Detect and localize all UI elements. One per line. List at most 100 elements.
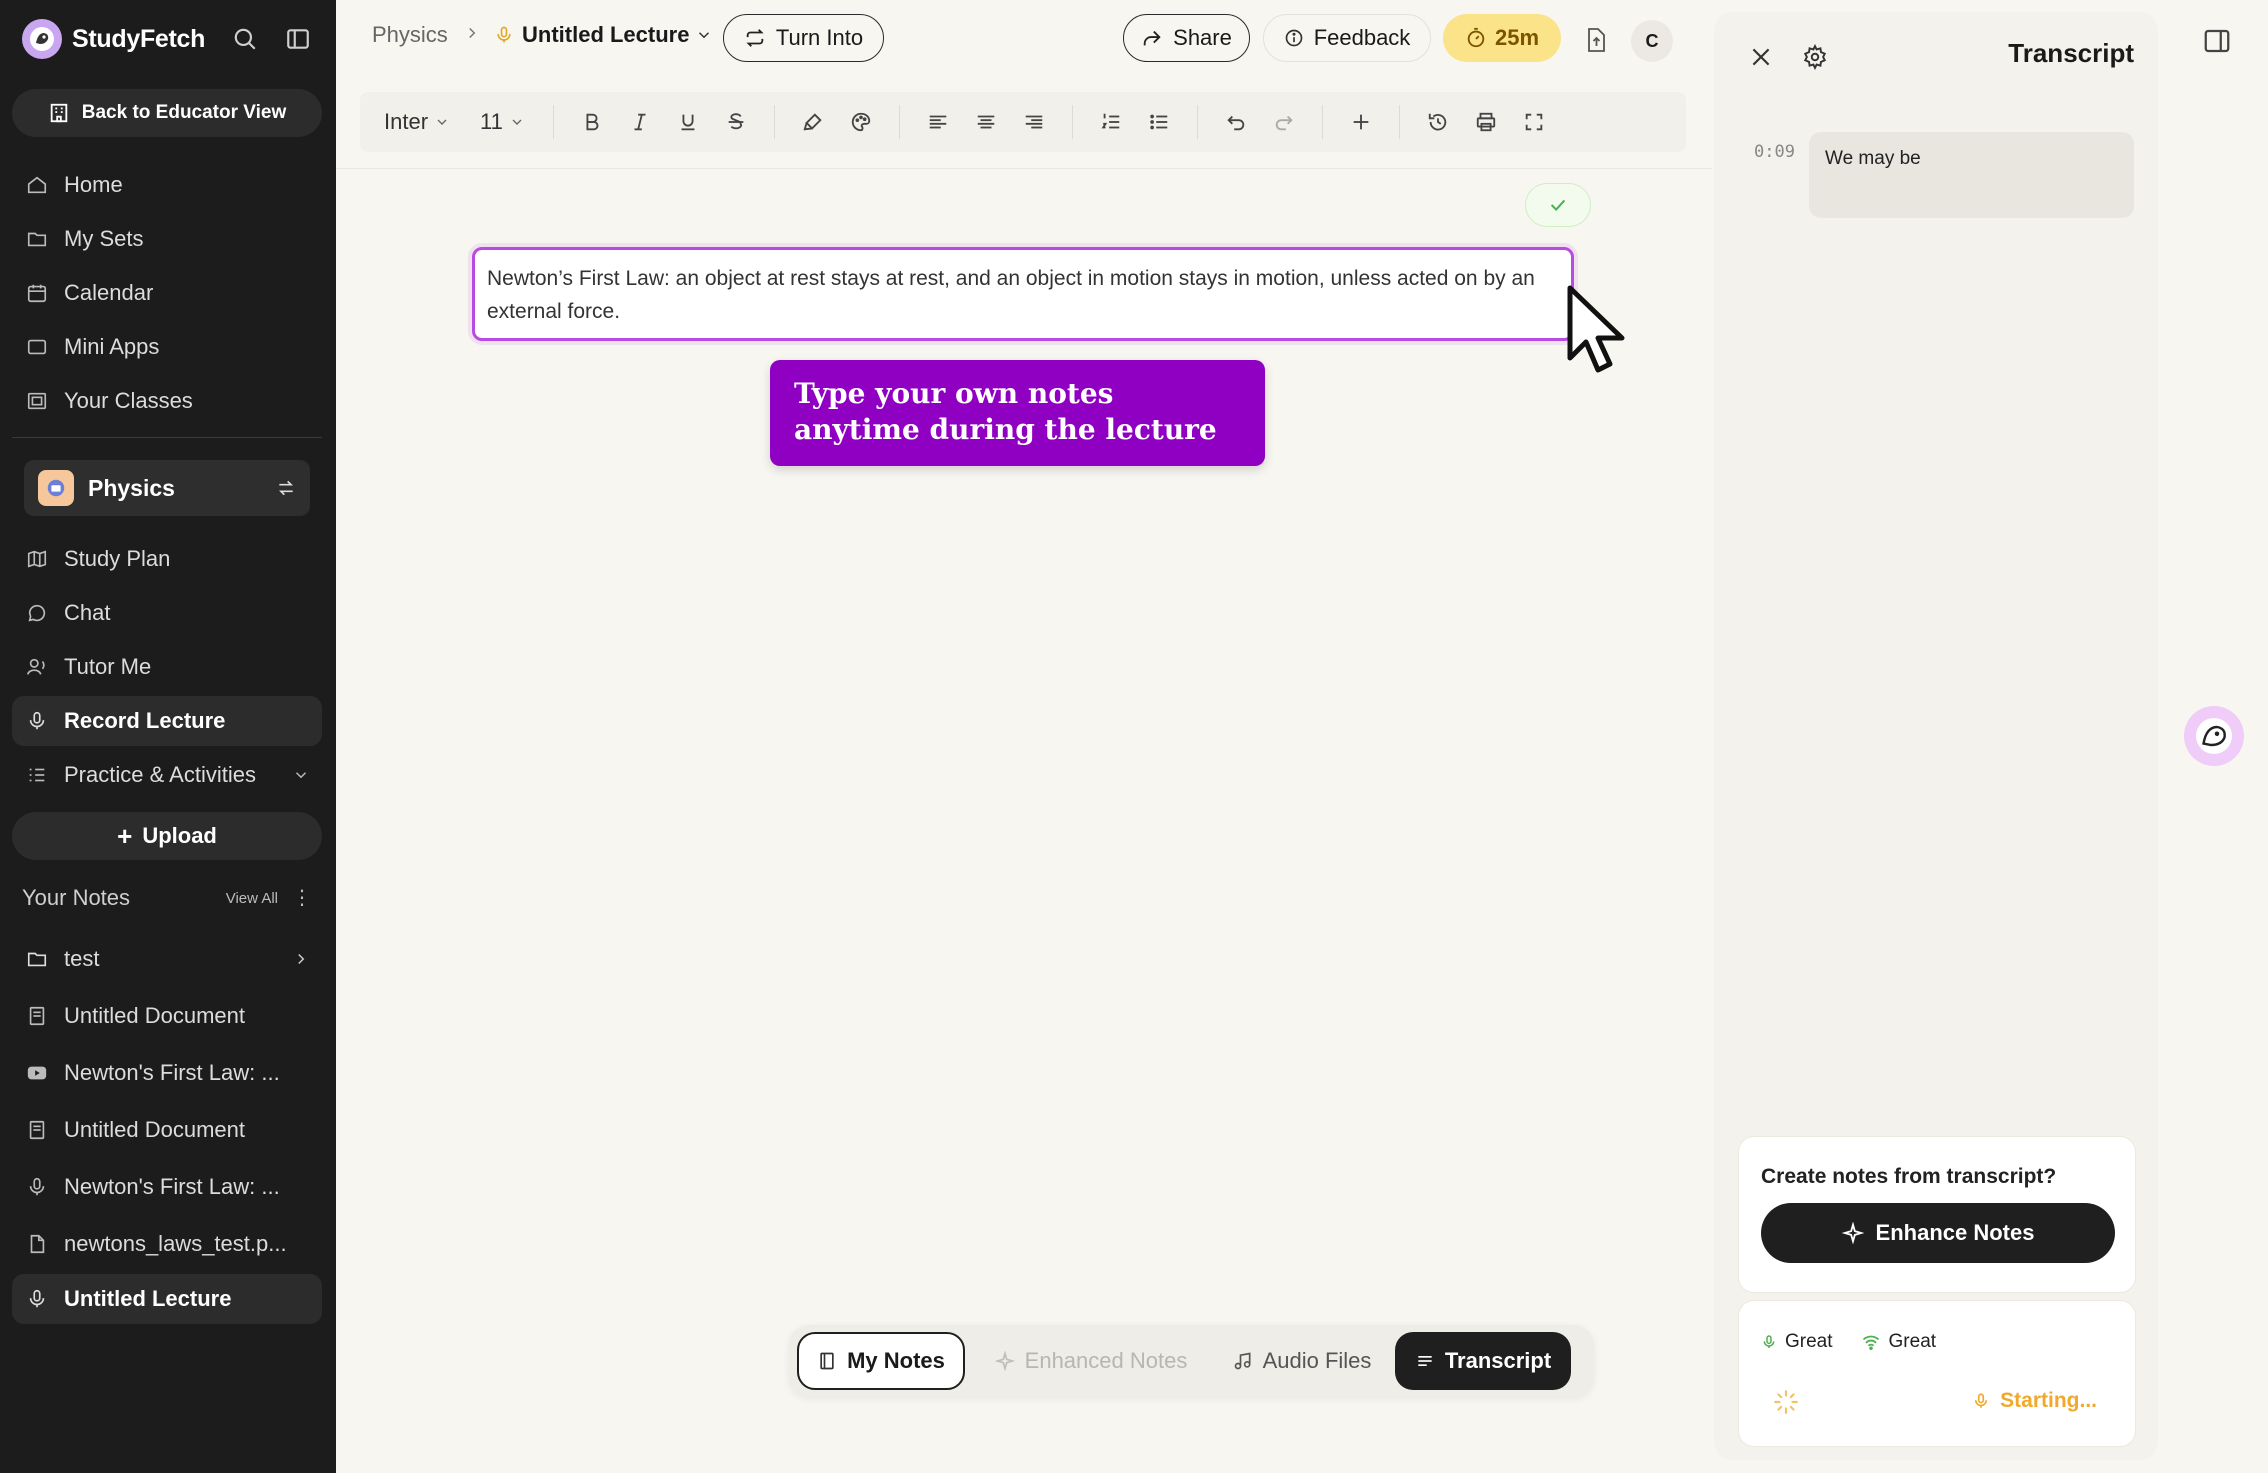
tab-audio-files[interactable]: Audio Files <box>1215 1332 1389 1390</box>
view-tabs: My Notes Enhanced Notes Audio Files Tran… <box>789 1325 1594 1397</box>
assistant-mascot-icon[interactable] <box>2184 706 2244 766</box>
redo-icon[interactable] <box>1264 102 1304 142</box>
insert-plus-icon[interactable] <box>1341 102 1381 142</box>
mic-icon <box>29 711 45 730</box>
export-icon[interactable] <box>1581 24 1611 56</box>
mic-icon <box>1763 1335 1775 1348</box>
underline-icon[interactable] <box>668 102 708 142</box>
print-icon[interactable] <box>1466 102 1506 142</box>
editor-divider <box>336 168 1712 169</box>
tab-my-notes[interactable]: My Notes <box>797 1332 965 1390</box>
tab-label: Transcript <box>1444 1348 1552 1373</box>
class-switcher[interactable]: Physics <box>24 460 310 516</box>
sidebar-item-your-classes[interactable]: Your Classes <box>12 376 322 426</box>
gear-icon[interactable] <box>1798 40 1832 74</box>
back-to-educator-button[interactable]: Back to Educator View <box>12 89 322 137</box>
sidebar-item-label: Your Classes <box>64 388 193 413</box>
note-item-folder[interactable]: test <box>12 934 322 984</box>
bullet-list-icon[interactable] <box>1139 102 1179 142</box>
note-item-label: Newton's First Law: ... <box>64 1174 280 1199</box>
align-center-icon[interactable] <box>966 102 1006 142</box>
turn-into-button[interactable]: Turn Into <box>723 14 884 62</box>
timer-value: 25m <box>1494 25 1540 50</box>
tab-label: Enhanced Notes <box>1024 1348 1188 1373</box>
font-size-select[interactable]: 11 <box>480 109 525 135</box>
tab-enhanced-notes[interactable]: Enhanced Notes <box>975 1332 1207 1390</box>
transcript-entry: We may be <box>1809 132 2134 218</box>
sidebar-item-mini-apps[interactable]: Mini Apps <box>12 322 322 372</box>
view-all-link[interactable]: View All <box>226 890 278 907</box>
bold-icon[interactable] <box>572 102 612 142</box>
sidebar-item-label: Mini Apps <box>64 334 160 359</box>
toolbar-separator <box>552 105 554 139</box>
sidebar-item-label: Tutor Me <box>64 654 152 679</box>
sidebar-item-study-plan[interactable]: Study Plan <box>12 534 322 584</box>
enhance-notes-card: Create notes from transcript? Enhance No… <box>1738 1136 2136 1293</box>
feedback-button[interactable]: Feedback <box>1263 14 1431 62</box>
note-item-recording[interactable]: Newton's First Law: ... <box>12 1162 322 1212</box>
home-icon <box>27 176 47 194</box>
sidebar-item-chat[interactable]: Chat <box>12 588 322 638</box>
enhance-notes-button[interactable]: Enhance Notes <box>1761 1203 2115 1263</box>
folder-icon <box>27 952 47 967</box>
search-icon[interactable] <box>230 24 260 54</box>
panel-toggle-icon[interactable] <box>2202 26 2232 61</box>
folder-icon <box>27 232 47 247</box>
pdf-icon <box>30 1234 45 1254</box>
sidebar-item-home[interactable]: Home <box>12 160 322 210</box>
sidebar-item-calendar[interactable]: Calendar <box>12 268 322 318</box>
sidebar-toggle-icon[interactable] <box>283 24 313 54</box>
recording-starting-status: Starting... <box>1972 1389 2097 1413</box>
transcript-title: Transcript <box>2008 38 2134 68</box>
note-text: Newton’s First Law: an object at rest st… <box>487 267 1535 323</box>
numbered-list-icon[interactable] <box>1091 102 1131 142</box>
fullscreen-icon[interactable] <box>1514 102 1554 142</box>
history-icon[interactable] <box>1418 102 1458 142</box>
tutor-icon <box>27 658 45 675</box>
close-icon[interactable] <box>1744 40 1778 74</box>
note-editor[interactable]: Newton’s First Law: an object at rest st… <box>472 247 1574 341</box>
note-item-document[interactable]: Untitled Document <box>12 991 322 1041</box>
note-item-current-lecture[interactable]: Untitled Lecture <box>12 1274 322 1324</box>
sidebar-item-record-lecture[interactable]: Record Lecture <box>12 696 322 746</box>
strikethrough-icon[interactable] <box>716 102 756 142</box>
info-icon <box>1285 29 1303 47</box>
align-left-icon[interactable] <box>918 102 958 142</box>
class-avatar-icon <box>38 470 74 506</box>
note-item-video[interactable]: Newton's First Law: ... <box>12 1048 322 1098</box>
upload-button[interactable]: + Upload <box>12 812 322 860</box>
note-item-pdf[interactable]: newtons_laws_test.p... <box>12 1219 322 1269</box>
lecture-title-dropdown[interactable]: Untitled Lecture <box>494 22 713 48</box>
font-family-select[interactable]: Inter <box>384 109 450 135</box>
check-icon <box>1550 199 1566 212</box>
document-icon <box>29 1006 45 1026</box>
user-avatar[interactable]: C <box>1631 20 1673 62</box>
sidebar-item-label: My Sets <box>64 226 144 251</box>
youtube-icon <box>27 1066 47 1080</box>
more-options-icon[interactable]: ⋮ <box>292 888 312 908</box>
sidebar-item-label: Calendar <box>64 280 154 305</box>
chevron-down-icon <box>295 772 307 779</box>
saved-indicator <box>1525 183 1591 227</box>
plus-icon: + <box>117 821 133 851</box>
calendar-icon <box>27 284 47 303</box>
toolbar-separator <box>1071 105 1073 139</box>
breadcrumb-class[interactable]: Physics <box>372 22 448 48</box>
tab-transcript[interactable]: Transcript <box>1395 1332 1571 1390</box>
sidebar-item-tutor-me[interactable]: Tutor Me <box>12 642 322 692</box>
session-timer[interactable]: 25m <box>1443 14 1561 62</box>
sidebar-item-my-sets[interactable]: My Sets <box>12 214 322 264</box>
align-right-icon[interactable] <box>1014 102 1054 142</box>
share-button[interactable]: Share <box>1123 14 1250 62</box>
note-item-label: test <box>64 946 100 971</box>
sidebar-divider <box>12 437 322 438</box>
toolbar-separator <box>1398 105 1400 139</box>
highlighter-icon[interactable] <box>793 102 833 142</box>
palette-icon[interactable] <box>841 102 881 142</box>
brand[interactable]: StudyFetch <box>22 18 205 60</box>
undo-icon[interactable] <box>1216 102 1256 142</box>
sidebar-item-practice-activities[interactable]: Practice & Activities <box>12 750 322 800</box>
note-item-document[interactable]: Untitled Document <box>12 1105 322 1155</box>
italic-icon[interactable] <box>620 102 660 142</box>
map-icon <box>27 550 47 568</box>
